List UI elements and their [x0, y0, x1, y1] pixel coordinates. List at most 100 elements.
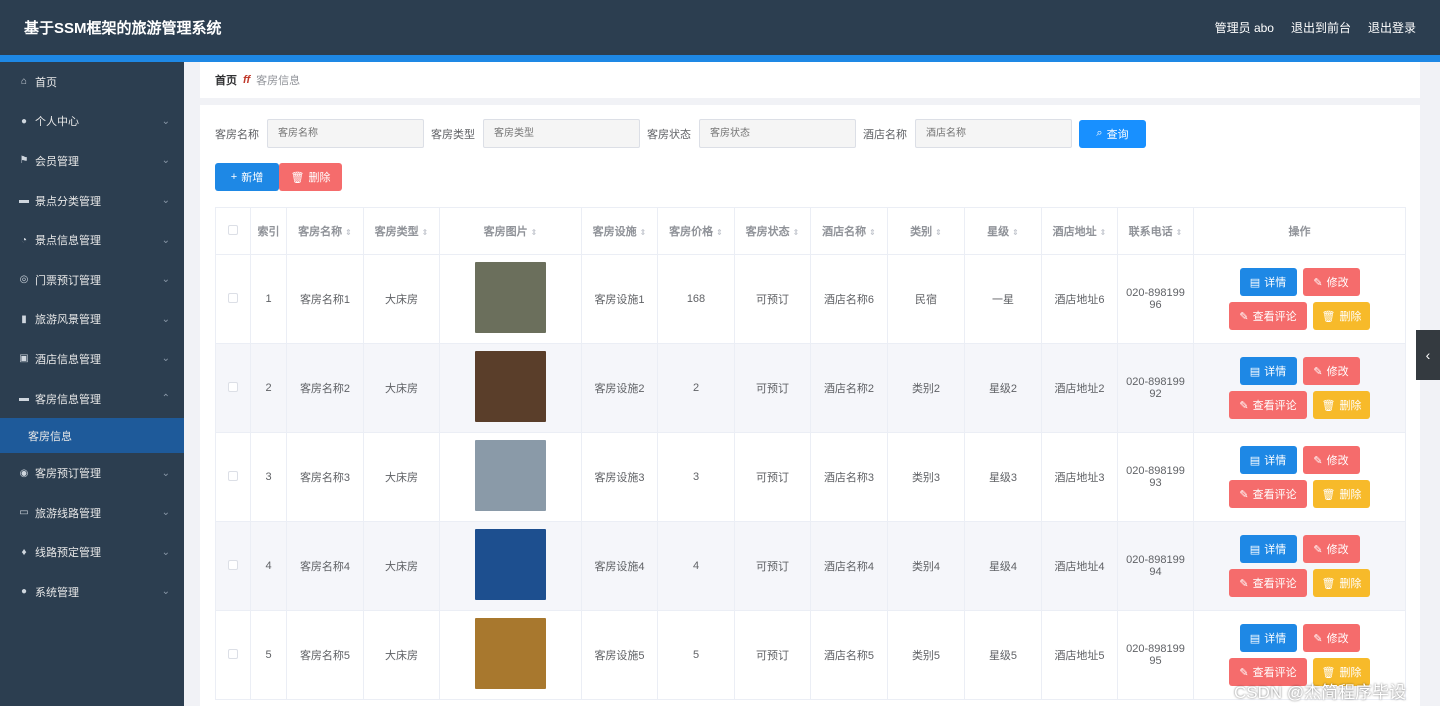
sort-icon[interactable]: ⇕	[869, 228, 876, 237]
room-type-input[interactable]	[483, 119, 640, 148]
sidebar-item-10[interactable]: ▭ 旅游线路管理 ⌄	[0, 493, 184, 533]
hotel-name-input[interactable]	[915, 119, 1072, 148]
sidebar-item-7[interactable]: ▣ 酒店信息管理 ⌄	[0, 339, 184, 379]
row-checkbox[interactable]	[228, 292, 238, 303]
column-header-12: 操作	[1193, 207, 1406, 255]
column-header-7[interactable]: 酒店名称 ⇕	[810, 207, 888, 255]
room-image[interactable]	[475, 529, 546, 600]
sidebar-item-4[interactable]: ◔ 景点信息管理 ⌄	[0, 220, 184, 260]
sidebar-item-3[interactable]: ▬ 景点分类管理 ⌄	[0, 181, 184, 221]
cell-price: 3	[657, 432, 735, 522]
detail-button[interactable]: ▤ 详情	[1239, 535, 1297, 563]
delete-button[interactable]: 🗑 删除	[1313, 391, 1370, 419]
cell-hotel: 酒店名称5	[810, 610, 888, 700]
view-review-button[interactable]: ✎ 查看评论	[1229, 302, 1307, 330]
cell-category: 类别3	[887, 432, 965, 522]
view-review-button[interactable]: ✎ 查看评论	[1229, 480, 1307, 508]
edit-button[interactable]: ✎ 修改	[1302, 446, 1360, 474]
sidebar-item-6[interactable]: ▮ 旅游风景管理 ⌄	[0, 300, 184, 340]
row-checkbox[interactable]	[228, 381, 238, 392]
column-header-6[interactable]: 客房状态 ⇕	[734, 207, 811, 255]
column-header-9[interactable]: 星级 ⇕	[964, 207, 1042, 255]
sort-icon[interactable]: ⇕	[1100, 228, 1107, 237]
column-header-5[interactable]: 客房价格 ⇕	[657, 207, 735, 255]
detail-button[interactable]: ▤ 详情	[1239, 268, 1297, 296]
sort-icon[interactable]: ⇕	[345, 228, 352, 237]
location-icon: ●	[20, 586, 28, 598]
sidebar-item-11[interactable]: ♦ 线路预定管理 ⌄	[0, 533, 184, 573]
sort-icon[interactable]: ⇕	[793, 228, 800, 237]
header-accent-bar	[0, 55, 1440, 62]
column-header-4[interactable]: 客房设施 ⇕	[581, 207, 658, 255]
column-header-0[interactable]: 索引	[250, 207, 287, 255]
view-review-button[interactable]: ✎ 查看评论	[1229, 391, 1307, 419]
add-button[interactable]: + 新增	[215, 163, 279, 191]
cell-index: 3	[250, 432, 287, 522]
edit-button[interactable]: ✎ 修改	[1302, 624, 1360, 652]
pencil-icon: ✎	[1313, 454, 1323, 467]
chevron-down-icon: ⌄	[161, 234, 170, 246]
chevron-down-icon: ⌄	[161, 546, 170, 558]
pencil-icon: ✎	[1313, 276, 1323, 289]
sidebar-item-8[interactable]: ▬ 客房信息管理 ⌃	[0, 379, 184, 419]
sidebar-item-5[interactable]: ◎ 门票预订管理 ⌄	[0, 260, 184, 300]
column-header-1[interactable]: 客房名称 ⇕	[286, 207, 364, 255]
edit-button[interactable]: ✎ 修改	[1302, 357, 1360, 385]
delete-button[interactable]: 🗑 删除	[1313, 302, 1370, 330]
collapse-chevron-icon[interactable]: ‹	[1416, 330, 1440, 380]
back-to-front-link[interactable]: 退出到前台	[1291, 19, 1351, 36]
delete-button[interactable]: 🗑 删除	[1313, 569, 1370, 597]
select-all-cell	[215, 207, 251, 255]
hotel-name-label: 酒店名称	[863, 128, 907, 141]
sidebar-item-label: 系统管理	[35, 586, 79, 599]
breadcrumb-home[interactable]: 首页	[215, 72, 237, 88]
edit-button[interactable]: ✎ 修改	[1302, 268, 1360, 296]
edit-button[interactable]: ✎ 修改	[1302, 535, 1360, 563]
view-review-button[interactable]: ✎ 查看评论	[1229, 569, 1307, 597]
room-image[interactable]	[475, 440, 546, 511]
message-icon: ▭	[19, 507, 29, 519]
row-checkbox[interactable]	[228, 559, 238, 570]
cell-status: 可预订	[734, 432, 811, 522]
sidebar-item-0[interactable]: ⌂ 首页	[0, 62, 184, 102]
sidebar-item-1[interactable]: ● 个人中心 ⌄	[0, 102, 184, 142]
room-image-cell	[439, 521, 582, 611]
select-all-checkbox[interactable]	[228, 224, 238, 235]
delete-label: 删除	[1339, 311, 1362, 323]
room-image[interactable]	[475, 262, 546, 333]
room-status-input[interactable]	[699, 119, 856, 148]
room-name-input[interactable]	[267, 119, 424, 148]
sidebar-item-12[interactable]: ● 系统管理 ⌄	[0, 572, 184, 612]
sort-icon[interactable]: ⇕	[1176, 228, 1183, 237]
room-image[interactable]	[475, 351, 546, 422]
detail-button[interactable]: ▤ 详情	[1239, 446, 1297, 474]
sort-icon[interactable]: ⇕	[935, 228, 942, 237]
column-header-8[interactable]: 类别 ⇕	[887, 207, 965, 255]
chevron-down-icon: ⌄	[161, 586, 170, 598]
sort-icon[interactable]: ⇕	[531, 228, 538, 237]
sort-icon[interactable]: ⇕	[1012, 228, 1019, 237]
sort-icon[interactable]: ⇕	[422, 228, 429, 237]
detail-button[interactable]: ▤ 详情	[1239, 357, 1297, 385]
delete-button[interactable]: 🗑 删除	[1313, 480, 1370, 508]
sidebar-subitem-room-info[interactable]: 客房信息	[0, 418, 184, 454]
row-checkbox[interactable]	[228, 470, 238, 481]
sidebar-item-2[interactable]: ⚑ 会员管理 ⌄	[0, 141, 184, 181]
sidebar-item-9[interactable]: ◉ 客房预订管理 ⌄	[0, 453, 184, 493]
column-header-10[interactable]: 酒店地址 ⇕	[1041, 207, 1118, 255]
row-checkbox[interactable]	[228, 648, 238, 659]
cell-price: 2	[657, 343, 735, 433]
logout-link[interactable]: 退出登录	[1368, 19, 1416, 36]
cell-facility: 客房设施4	[581, 521, 658, 611]
column-header-3[interactable]: 客房图片 ⇕	[439, 207, 582, 255]
detail-button[interactable]: ▤ 详情	[1239, 624, 1297, 652]
column-header-2[interactable]: 客房类型 ⇕	[363, 207, 440, 255]
cell-operations: ▤ 详情 ✎ 修改 ✎ 查看评论 🗑 删除	[1193, 254, 1406, 344]
sort-icon[interactable]: ⇕	[716, 228, 723, 237]
query-button[interactable]: ⌕ 查询	[1079, 119, 1146, 148]
room-image[interactable]	[475, 618, 546, 689]
phone-line-2: 92	[1149, 388, 1162, 400]
sort-icon[interactable]: ⇕	[640, 228, 647, 237]
column-header-11[interactable]: 联系电话 ⇕	[1117, 207, 1194, 255]
batch-delete-button[interactable]: 🗑 删除	[279, 163, 342, 191]
